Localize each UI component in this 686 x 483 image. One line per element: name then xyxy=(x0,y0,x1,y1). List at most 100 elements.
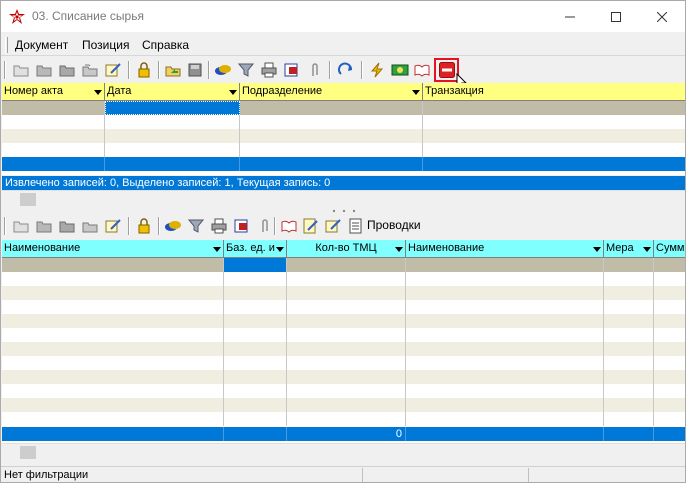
table-row[interactable] xyxy=(2,356,685,370)
table-cell[interactable] xyxy=(2,328,224,342)
table-row[interactable] xyxy=(2,398,685,412)
table-cell[interactable] xyxy=(406,286,604,300)
table-cell[interactable] xyxy=(654,356,685,370)
refresh-data-button[interactable] xyxy=(163,216,183,236)
table-cell[interactable] xyxy=(654,272,685,286)
table-cell[interactable] xyxy=(654,300,685,314)
table-cell[interactable] xyxy=(604,314,654,328)
table-cell[interactable] xyxy=(287,384,406,398)
edit-notes-button[interactable] xyxy=(103,60,123,80)
table-cell[interactable] xyxy=(406,314,604,328)
table-cell[interactable] xyxy=(604,286,654,300)
table-cell[interactable] xyxy=(654,412,685,426)
table-cell[interactable] xyxy=(406,328,604,342)
table-cell[interactable] xyxy=(406,356,604,370)
table-cell[interactable] xyxy=(604,370,654,384)
table-row[interactable] xyxy=(2,272,685,286)
open-button[interactable] xyxy=(34,216,54,236)
table-cell[interactable] xyxy=(2,342,224,356)
table-cell[interactable] xyxy=(654,328,685,342)
table-cell[interactable] xyxy=(423,115,685,129)
dropdown-arrow-icon[interactable] xyxy=(229,90,237,95)
table-cell[interactable] xyxy=(2,370,224,384)
table-cell[interactable] xyxy=(2,314,224,328)
folder-edit-button[interactable] xyxy=(57,216,77,236)
table-cell[interactable] xyxy=(604,272,654,286)
table-cell[interactable] xyxy=(2,412,224,426)
table-cell[interactable] xyxy=(406,272,604,286)
table-cell[interactable] xyxy=(2,300,224,314)
table-cell[interactable] xyxy=(224,342,287,356)
column-header-date[interactable]: Дата xyxy=(105,83,240,101)
scrollbar-thumb[interactable] xyxy=(20,446,36,459)
table-cell[interactable] xyxy=(287,412,406,426)
column-header-base-unit[interactable]: Баз. ед. и xyxy=(224,240,287,258)
dropdown-arrow-icon[interactable] xyxy=(593,247,601,252)
table-row[interactable] xyxy=(2,384,685,398)
table-cell[interactable] xyxy=(224,398,287,412)
table-row[interactable] xyxy=(2,258,685,272)
print-preview-button[interactable] xyxy=(232,216,252,236)
table-cell[interactable] xyxy=(654,384,685,398)
table-cell[interactable] xyxy=(654,258,685,272)
table-cell[interactable] xyxy=(2,384,224,398)
edit-doc-button[interactable] xyxy=(301,216,321,236)
dropdown-arrow-icon[interactable] xyxy=(643,247,651,252)
table-cell[interactable] xyxy=(604,300,654,314)
table-cell[interactable] xyxy=(224,356,287,370)
column-header-department[interactable]: Подразделение xyxy=(240,83,423,101)
dropdown-arrow-icon[interactable] xyxy=(276,247,284,252)
money-button[interactable] xyxy=(390,60,410,80)
minimize-button[interactable] xyxy=(547,1,593,32)
table-cell[interactable] xyxy=(406,412,604,426)
print-button[interactable] xyxy=(209,216,229,236)
table-cell[interactable] xyxy=(240,143,423,157)
table-cell[interactable] xyxy=(287,286,406,300)
table-cell[interactable] xyxy=(406,342,604,356)
table-cell[interactable] xyxy=(654,286,685,300)
table-cell[interactable] xyxy=(654,370,685,384)
table-cell[interactable] xyxy=(2,101,105,115)
table-row[interactable] xyxy=(2,314,685,328)
table-cell[interactable] xyxy=(423,129,685,143)
table-cell[interactable] xyxy=(604,412,654,426)
table-cell[interactable] xyxy=(2,356,224,370)
table-cell[interactable] xyxy=(604,398,654,412)
filter-button[interactable] xyxy=(186,216,206,236)
move-button[interactable] xyxy=(163,60,183,80)
table-cell[interactable] xyxy=(240,101,423,115)
table-cell[interactable] xyxy=(406,384,604,398)
menu-help[interactable]: Справка xyxy=(142,38,189,52)
menu-document[interactable]: Документ xyxy=(15,38,68,52)
menu-position[interactable]: Позиция xyxy=(82,38,129,52)
table-cell[interactable] xyxy=(224,384,287,398)
dropdown-arrow-icon[interactable] xyxy=(412,90,420,95)
table-cell[interactable] xyxy=(406,398,604,412)
dropdown-arrow-icon[interactable] xyxy=(395,247,403,252)
lock-button[interactable] xyxy=(134,216,154,236)
table-cell[interactable] xyxy=(604,258,654,272)
table-cell[interactable] xyxy=(240,115,423,129)
column-header-name[interactable]: Наименование xyxy=(2,240,224,258)
table-cell[interactable] xyxy=(406,300,604,314)
table-cell[interactable] xyxy=(406,370,604,384)
lock-button[interactable] xyxy=(134,60,154,80)
table-row[interactable] xyxy=(2,342,685,356)
table-cell[interactable] xyxy=(423,143,685,157)
table-row[interactable] xyxy=(2,115,685,129)
open-button[interactable] xyxy=(34,60,54,80)
table-cell[interactable] xyxy=(224,370,287,384)
table-cell[interactable] xyxy=(287,314,406,328)
edit-notes-2-button[interactable] xyxy=(323,216,343,236)
table-cell[interactable] xyxy=(287,272,406,286)
table-cell[interactable] xyxy=(287,300,406,314)
folder-edit-button[interactable] xyxy=(57,60,77,80)
table-cell[interactable] xyxy=(604,342,654,356)
table-cell[interactable] xyxy=(105,115,240,129)
close-button[interactable] xyxy=(639,1,685,32)
table-row[interactable] xyxy=(2,143,685,157)
table-cell[interactable] xyxy=(2,272,224,286)
new-folder-button[interactable] xyxy=(11,216,31,236)
bottom-horizontal-scrollbar[interactable] xyxy=(2,443,685,460)
table-cell[interactable] xyxy=(406,258,604,272)
